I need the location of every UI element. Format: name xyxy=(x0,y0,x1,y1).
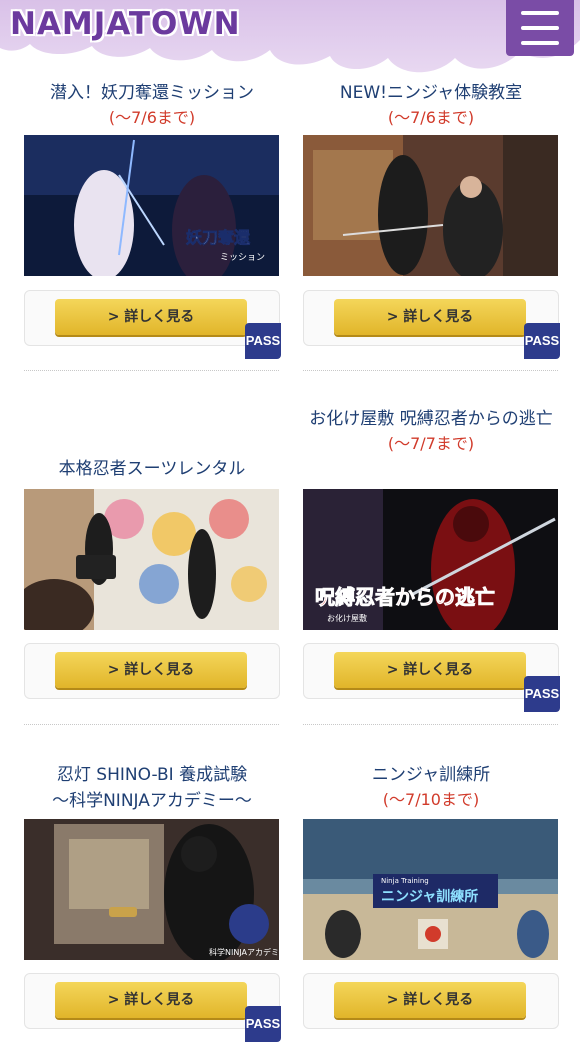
image-caption: 科学NINJAアカデミー xyxy=(209,947,279,957)
event-date: (〜7/10まで) xyxy=(382,790,480,809)
site-header: NAMJATOWN xyxy=(0,0,580,80)
event-card: 本格忍者スーツレンタル > 詳しく見る xyxy=(24,406,280,726)
image-caption-sub: Ninja Training xyxy=(381,877,429,885)
pass-badge: PASS xyxy=(245,323,281,359)
details-box: > 詳しく見る xyxy=(24,643,280,699)
divider xyxy=(24,724,279,725)
details-box: > 詳しく見る PASS xyxy=(303,643,560,712)
details-box: > 詳しく見る xyxy=(303,973,559,1029)
event-image[interactable] xyxy=(303,135,558,276)
divider xyxy=(24,370,279,371)
event-card: NEW!ニンジャ体験教室 (〜7/6まで) > 詳しく見る PASS xyxy=(303,80,560,370)
event-title: NEW!ニンジャ体験教室 xyxy=(339,83,523,103)
details-button[interactable]: > 詳しく見る xyxy=(55,982,247,1018)
image-caption: ニンジャ訓練所 xyxy=(381,888,478,905)
event-subtitle: 〜科学NINJAアカデミー〜 xyxy=(52,791,252,811)
event-card: 忍灯 SHINO-BI 養成試験 〜科学NINJAアカデミー〜 科学NINJAア… xyxy=(24,762,281,1042)
details-button[interactable]: > 詳しく見る xyxy=(334,652,526,688)
image-caption-sub: ミッション xyxy=(220,253,265,263)
event-card: お化け屋敷 呪縛忍者からの逃亡 (〜7/7まで) 呪縛忍者からの逃亡 お化け屋敷… xyxy=(303,406,560,726)
image-caption-sub: お化け屋敷 xyxy=(327,613,367,623)
event-image[interactable]: 妖刀奪還 ミッション xyxy=(24,135,279,276)
pass-badge: PASS xyxy=(524,676,560,712)
pass-badge: PASS xyxy=(524,323,560,359)
event-title: 潜入！妖刀奪還ミッション xyxy=(50,83,254,103)
image-caption: 呪縛忍者からの逃亡 xyxy=(315,585,495,609)
event-image[interactable]: Ninja Training ニンジャ訓練所 xyxy=(303,819,558,960)
details-box: > 詳しく見る PASS xyxy=(24,973,281,1042)
event-date: (〜7/7まで) xyxy=(387,434,475,453)
details-button[interactable]: > 詳しく見る xyxy=(334,982,526,1018)
pass-badge: PASS xyxy=(245,1006,281,1042)
divider xyxy=(303,724,558,725)
event-title: 忍灯 SHINO-BI 養成試験 xyxy=(56,765,248,785)
details-button[interactable]: > 詳しく見る xyxy=(334,299,526,335)
event-title: お化け屋敷 呪縛忍者からの逃亡 xyxy=(309,409,553,429)
details-box: > 詳しく見る PASS xyxy=(303,290,560,359)
namjatown-logo[interactable]: NAMJATOWN xyxy=(10,6,241,42)
event-card: 潜入！妖刀奪還ミッション (〜7/6まで) 妖刀奪還 ミッション > 詳しく見る… xyxy=(24,80,281,370)
event-date: (〜7/6まで) xyxy=(387,108,475,127)
event-title: ニンジャ訓練所 xyxy=(371,765,491,785)
event-title: 本格忍者スーツレンタル xyxy=(58,459,246,479)
event-card: ニンジャ訓練所 (〜7/10まで) Ninja Training ニンジャ訓練所… xyxy=(303,762,559,1032)
event-date: (〜7/6まで) xyxy=(108,108,196,127)
event-image[interactable]: 科学NINJAアカデミー xyxy=(24,819,279,960)
details-button[interactable]: > 詳しく見る xyxy=(55,299,247,335)
event-image[interactable]: 呪縛忍者からの逃亡 お化け屋敷 xyxy=(303,489,558,630)
details-button[interactable]: > 詳しく見る xyxy=(55,652,247,688)
divider xyxy=(303,370,558,371)
details-box: > 詳しく見る PASS xyxy=(24,290,281,359)
image-caption: 妖刀奪還 xyxy=(186,228,251,247)
hamburger-menu-icon[interactable] xyxy=(506,0,574,56)
event-image[interactable] xyxy=(24,489,279,630)
